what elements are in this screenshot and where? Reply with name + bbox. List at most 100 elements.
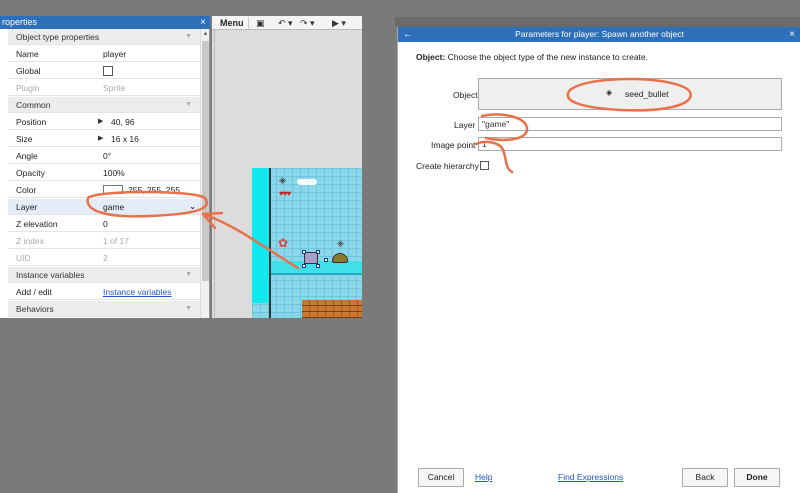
scroll-up-icon[interactable]: ▲ — [201, 29, 209, 39]
prop-value-z-index: 1 of 17 — [103, 236, 129, 246]
selection-handle[interactable] — [302, 250, 306, 254]
hearts-sprite[interactable]: ♥♥♥ — [279, 189, 291, 198]
prop-key: Z index — [16, 236, 44, 246]
layer-dropdown-value[interactable]: game — [103, 199, 124, 215]
description-text: Choose the object type of the new instan… — [445, 52, 648, 62]
dialog-title: Parameters for player: Spawn another obj… — [515, 29, 684, 39]
prop-row-opacity[interactable]: Opacity 100% — [8, 165, 200, 181]
scrollbar-thumb[interactable] — [202, 41, 209, 281]
collapse-chevron-icon[interactable]: ▼ — [185, 301, 192, 317]
layer-input[interactable]: "game" — [478, 117, 782, 131]
prop-key: Global — [16, 66, 41, 76]
done-button[interactable]: Done — [734, 468, 780, 487]
selection-handle[interactable] — [324, 258, 328, 262]
section-label: Object type properties — [16, 32, 100, 42]
close-icon[interactable]: × — [789, 27, 795, 42]
prop-key: Position — [16, 117, 47, 127]
floor-edge — [271, 273, 362, 275]
section-label: Instance variables — [16, 270, 85, 280]
play-icon[interactable]: ▶ ▾ — [332, 17, 346, 29]
prop-row-global[interactable]: Global — [8, 63, 200, 79]
prop-row-uid: UID 2 — [8, 250, 200, 266]
properties-panel: ▲ Object type properties ▼ Name player G… — [0, 29, 210, 318]
create-hierarchy-label: Create hierarchy — [416, 161, 479, 171]
save-icon[interactable]: ▣ — [256, 17, 265, 29]
prop-row-plugin: Plugin Sprite — [8, 80, 200, 96]
instance-variables-link[interactable]: Instance variables — [103, 284, 172, 300]
create-hierarchy-checkbox[interactable] — [480, 161, 489, 170]
prop-row-angle[interactable]: Angle 0° — [8, 148, 200, 164]
prop-value-opacity[interactable]: 100% — [103, 165, 125, 181]
collapse-chevron-icon[interactable]: ▼ — [185, 267, 192, 283]
section-common[interactable]: Common ▼ — [8, 97, 200, 113]
editor-divider — [214, 30, 215, 318]
prop-row-size[interactable]: Size ▶ 16 x 16 — [8, 131, 200, 147]
section-label: Behaviors — [16, 304, 54, 314]
prop-key: Plugin — [16, 83, 40, 93]
prop-row-layer[interactable]: Layer game ⌄ — [8, 199, 200, 215]
selection-handle[interactable] — [316, 250, 320, 254]
chevron-down-icon[interactable]: ⌄ — [189, 199, 196, 215]
help-link[interactable]: Help — [475, 472, 492, 482]
prop-row-z-elevation[interactable]: Z elevation 0 — [8, 216, 200, 232]
back-button[interactable]: Back — [682, 468, 728, 487]
cloud-sprite — [297, 179, 317, 185]
find-expressions-link[interactable]: Find Expressions — [558, 472, 623, 482]
background-window-edge — [395, 17, 800, 27]
expand-triangle-icon[interactable]: ▶ — [98, 131, 103, 147]
close-icon[interactable]: × — [200, 16, 206, 29]
section-label: Common — [16, 100, 51, 110]
prop-value-position[interactable]: 40, 96 — [111, 114, 135, 130]
selection-handle[interactable] — [316, 264, 320, 268]
collapse-chevron-icon[interactable]: ▼ — [185, 29, 192, 45]
section-behaviors[interactable]: Behaviors ▼ — [8, 301, 200, 317]
flower-sprite[interactable]: ✿ — [278, 236, 288, 250]
object-label: Object — [453, 90, 478, 100]
level-canvas[interactable]: ◈ ♥♥♥ ✿ ◈ — [252, 168, 362, 318]
parameter-description: Object: Choose the object type of the ne… — [416, 52, 648, 62]
prop-row-add-edit[interactable]: Add / edit Instance variables — [8, 284, 200, 300]
level-wall — [252, 168, 269, 303]
undo-icon[interactable]: ↶ ▾ — [278, 17, 293, 29]
selection-handle[interactable] — [302, 264, 306, 268]
layout-border — [269, 168, 271, 318]
prop-key: Size — [16, 134, 33, 144]
prop-key: Add / edit — [16, 287, 52, 297]
description-bold: Object: — [416, 52, 446, 62]
prop-value-color[interactable]: 255, 255, 255 — [128, 182, 180, 198]
prop-row-name[interactable]: Name player — [8, 46, 200, 62]
cancel-button[interactable]: Cancel — [418, 468, 464, 487]
gem-icon: ◈ — [606, 88, 613, 97]
menu-button[interactable]: Menu — [216, 17, 249, 29]
prop-row-z-index: Z index 1 of 17 — [8, 233, 200, 249]
seed-sprite[interactable]: ◈ — [337, 238, 344, 249]
collapse-chevron-icon[interactable]: ▼ — [185, 97, 192, 113]
section-instance-variables[interactable]: Instance variables ▼ — [8, 267, 200, 283]
properties-title-text: roperties — [2, 17, 38, 27]
gem-sprite[interactable]: ◈ — [279, 175, 286, 186]
editor-toolbar: Menu ▣ ↶ ▾ ↷ ▾ ▶ ▾ — [212, 16, 362, 30]
expand-triangle-icon[interactable]: ▶ — [98, 114, 103, 130]
object-picker-button[interactable]: ◈ seed_bullet — [478, 78, 782, 110]
prop-key: UID — [16, 253, 31, 263]
prop-row-color[interactable]: Color 255, 255, 255 — [8, 182, 200, 198]
properties-scrollbar[interactable]: ▲ — [200, 29, 209, 318]
prop-value-angle[interactable]: 0° — [103, 148, 111, 164]
prop-value-z-elevation[interactable]: 0 — [103, 216, 108, 232]
prop-row-position[interactable]: Position ▶ 40, 96 — [8, 114, 200, 130]
prop-value-size[interactable]: 16 x 16 — [111, 131, 139, 147]
parameters-dialog: ← Parameters for player: Spawn another o… — [397, 27, 800, 493]
global-checkbox[interactable] — [103, 66, 113, 76]
prop-key: Color — [16, 185, 37, 195]
enemy-sprite[interactable] — [332, 253, 348, 263]
prop-value-name[interactable]: player — [103, 46, 126, 62]
prop-value-plugin: Sprite — [103, 83, 126, 93]
prop-key: Layer — [16, 202, 38, 212]
section-object-type-properties[interactable]: Object type properties ▼ — [8, 29, 200, 45]
dialog-title-bar: ← Parameters for player: Spawn another o… — [398, 27, 800, 42]
image-point-input[interactable]: 1 — [478, 137, 782, 151]
color-swatch[interactable] — [103, 185, 123, 194]
prop-key: Opacity — [16, 168, 45, 178]
back-arrow-icon[interactable]: ← — [403, 27, 413, 42]
redo-icon[interactable]: ↷ ▾ — [300, 17, 315, 29]
